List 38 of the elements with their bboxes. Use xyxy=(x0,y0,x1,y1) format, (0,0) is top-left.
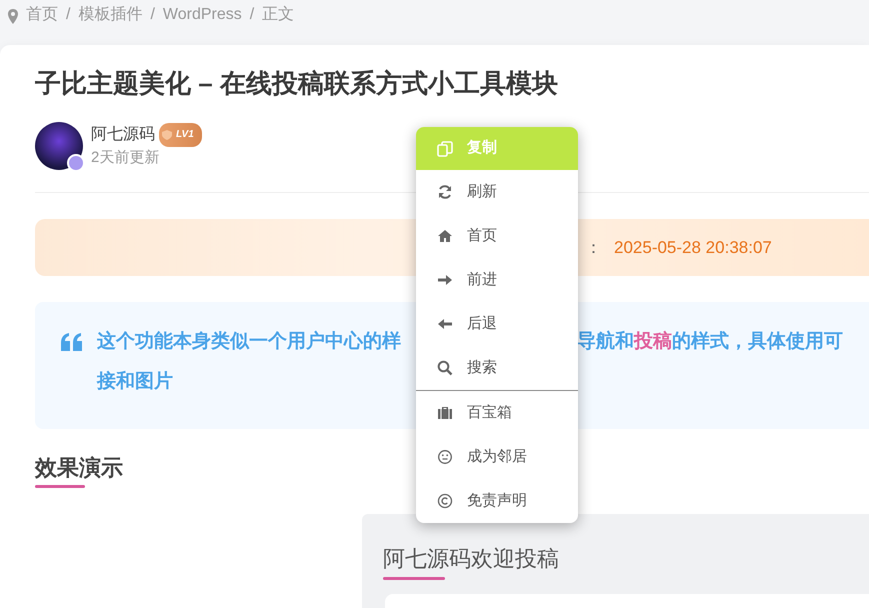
menu-item[interactable]: 刷新 xyxy=(416,170,578,214)
update-label: ： xyxy=(585,236,602,259)
shield-icon xyxy=(162,130,172,140)
update-time: 2天前更新 xyxy=(91,148,160,168)
home-icon xyxy=(437,228,453,244)
article-title: 子比主题美化 – 在线投稿联系方式小工具模块 xyxy=(35,67,559,100)
quote-icon xyxy=(61,333,83,351)
quote-text: 这个功能本身类似一个用户中心的样 xyxy=(97,330,402,354)
menu-item[interactable]: 搜索 xyxy=(416,346,578,390)
face-icon xyxy=(437,449,453,465)
author-name[interactable]: 阿七源码 xyxy=(91,124,155,146)
breadcrumb-separator: / xyxy=(150,5,155,25)
refresh-icon xyxy=(437,184,453,200)
heading-underline xyxy=(35,485,85,488)
copyright-icon xyxy=(437,493,453,509)
breadcrumb-separator: / xyxy=(66,5,70,25)
section-heading: 效果演示 xyxy=(35,455,123,482)
title-underline xyxy=(383,577,445,580)
breadcrumb-separator: / xyxy=(250,5,254,25)
quote-text: 导航和投稿的样式，具体使用可 xyxy=(577,330,843,354)
search-icon xyxy=(437,360,453,376)
copy-icon xyxy=(437,140,453,156)
vip-badge-icon xyxy=(67,154,85,172)
menu-item[interactable]: 免责声明 xyxy=(416,479,578,523)
right-arrow-icon xyxy=(437,272,453,288)
left-arrow-icon xyxy=(437,316,453,332)
demo-title: 阿七源码欢迎投稿 xyxy=(383,545,560,573)
menu-item[interactable]: 百宝箱 xyxy=(416,391,578,435)
suitcase-icon xyxy=(437,405,453,421)
menu-item[interactable]: 成为邻居 xyxy=(416,435,578,479)
menu-item[interactable]: 后退 xyxy=(416,302,578,346)
menu-item[interactable]: 首页 xyxy=(416,214,578,258)
level-badge: LV1 xyxy=(159,123,202,147)
update-time-value: 2025-05-28 20:38:07 xyxy=(614,236,772,259)
menu-item[interactable]: 前进 xyxy=(416,258,578,302)
author-avatar[interactable] xyxy=(35,122,83,170)
quote-text: 接和图片 xyxy=(97,370,173,394)
location-pin-icon xyxy=(8,9,18,24)
